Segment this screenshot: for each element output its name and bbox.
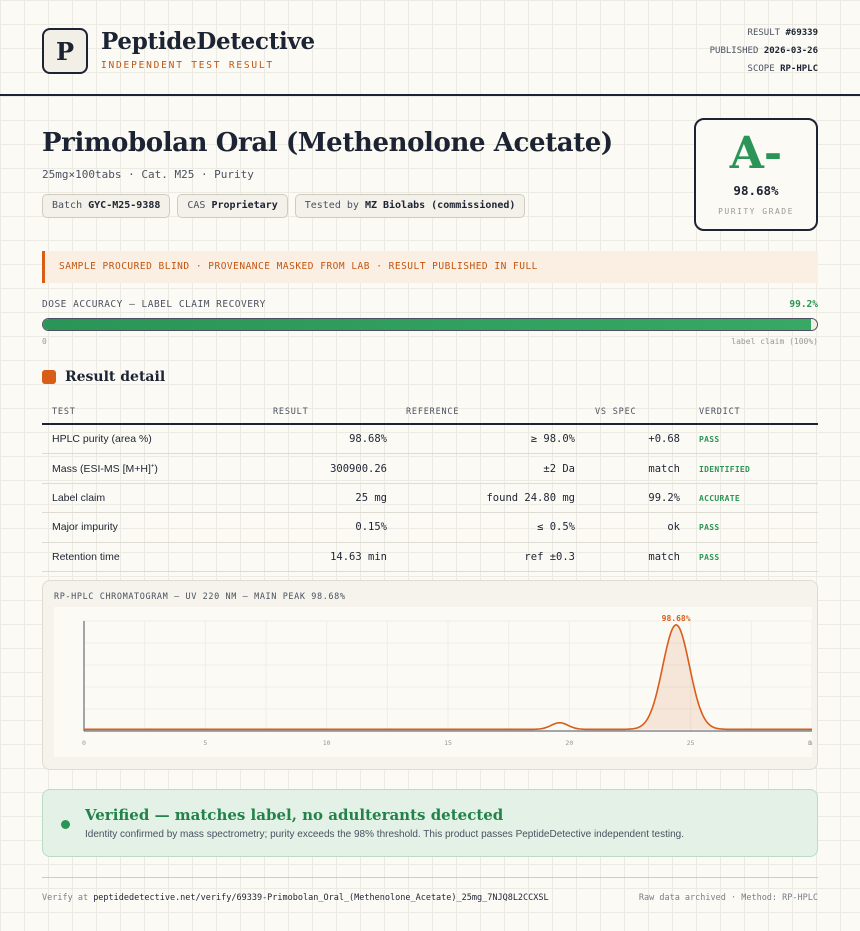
chart-tick-label: 15 (444, 739, 452, 747)
cell-test: Label claim (52, 491, 106, 504)
main-peak-label: 98.68% (662, 614, 691, 623)
cell-reference: found 24.80 mg (486, 491, 575, 504)
verified-callout: Verified — matches label, no adulterants… (42, 789, 818, 857)
table-row: HPLC purity (area %) 98.68% ≥ 98.0% +0.6… (42, 425, 818, 455)
purity-grade-card: A- 98.68% PURITY GRADE (694, 118, 818, 231)
dose-accuracy-value: 99.2% (789, 299, 818, 310)
chart-tick-label: 10 (323, 739, 331, 747)
chart-tick-label: 20 (565, 739, 573, 747)
cell-test: Retention time (52, 550, 120, 563)
cell-reference: ±2 Da (543, 462, 575, 475)
tested-by-chip: Tested by MZ Biolabs (commissioned) (294, 194, 526, 218)
header-vs-spec: VS SPEC (595, 406, 637, 417)
verdict-badge: IDENTIFIED (699, 464, 751, 474)
footer-divider (42, 877, 818, 878)
cell-test: Mass (ESI-MS [M+H]+) (52, 462, 158, 475)
page-title: Primobolan Oral (Methenolone Acetate) (42, 128, 613, 158)
header-reference: REFERENCE (406, 406, 460, 417)
verified-text: Identity confirmed by mass spectrometry;… (85, 829, 685, 840)
verdict-badge: PASS (699, 435, 720, 445)
dose-progress-fill (43, 319, 811, 330)
cell-reference: ≥ 98.0% (530, 433, 575, 446)
dose-accuracy-label: DOSE ACCURACY — LABEL CLAIM RECOVERY (42, 299, 266, 310)
chromatogram-chart: 051015202530min98.68% (54, 607, 812, 757)
product-subtitle: 25mg×100tabs · Cat. M25 · Purity (42, 168, 254, 181)
cell-result: 0.15% (355, 521, 387, 534)
header-test: TEST (52, 406, 76, 417)
scope: SCOPE RP-HPLC (747, 64, 818, 74)
cell-result: 98.68% (349, 433, 387, 446)
cell-vs-spec: ok (667, 521, 680, 534)
chromatogram-card: RP-HPLC CHROMATOGRAM — UV 220 NM — MAIN … (42, 580, 818, 770)
verdict-badge: ACCURATE (699, 493, 740, 503)
verified-title: Verified — matches label, no adulterants… (85, 806, 504, 824)
footer-note: Raw data archived · Method: RP-HPLC (638, 893, 818, 903)
table-row: Mass (ESI-MS [M+H]+) 300900.26 ±2 Da mat… (42, 454, 818, 484)
brand-name[interactable]: PeptideDetective (101, 28, 315, 55)
cell-vs-spec: 99.2% (648, 491, 680, 504)
grade-label: PURITY GRADE (718, 207, 794, 216)
cell-result: 14.63 min (330, 550, 387, 563)
table-header: TEST RESULT REFERENCE VS SPEC VERDICT (42, 400, 818, 425)
cell-vs-spec: +0.68 (648, 433, 680, 446)
published-date: PUBLISHED 2026-03-26 (709, 46, 818, 56)
result-meta: RESULT #69339 PUBLISHED 2026-03-26 SCOPE… (710, 28, 818, 82)
table-row: Major impurity 0.15% ≤ 0.5% ok PASS (42, 513, 818, 543)
cell-test: Major impurity (52, 521, 118, 534)
cell-reference: ref ±0.3 (524, 550, 575, 563)
verdict-badge: PASS (699, 552, 720, 562)
blind-sample-banner: SAMPLE PROCURED BLIND · PROVENANCE MASKE… (42, 251, 818, 283)
cell-reference: ≤ 0.5% (537, 521, 575, 534)
bar-min-label: 0 (42, 337, 47, 346)
chart-tick-label: 5 (203, 739, 207, 747)
cell-result: 300900.26 (330, 462, 387, 475)
logo[interactable]: P (42, 28, 88, 74)
tagline: INDEPENDENT TEST RESULT (101, 60, 274, 71)
cell-vs-spec: match (648, 462, 680, 475)
cell-test: HPLC purity (area %) (52, 433, 152, 446)
header-verdict: VERDICT (699, 406, 741, 417)
chart-plot-bg (54, 607, 812, 757)
chart-x-unit: min (808, 739, 812, 747)
grade-percent: 98.68% (733, 183, 779, 198)
verify-link[interactable]: Verify at peptidedetective.net/verify/69… (42, 893, 549, 903)
table-row: Label claim 25 mg found 24.80 mg 99.2% A… (42, 484, 818, 514)
verdict-badge: PASS (699, 523, 720, 533)
result-table: TEST RESULT REFERENCE VS SPEC VERDICT HP… (42, 400, 818, 572)
verified-dot-icon (61, 820, 70, 829)
header-result: RESULT (273, 406, 309, 417)
chart-title: RP-HPLC CHROMATOGRAM — UV 220 NM — MAIN … (54, 592, 346, 602)
section-title: Result detail (65, 369, 166, 385)
section-marker (42, 370, 56, 384)
chart-tick-label: 0 (82, 739, 86, 747)
cell-result: 25 mg (355, 491, 387, 504)
result-id: RESULT #69339 (747, 28, 818, 38)
verify-url[interactable]: peptidedetective.net/verify/69339-Primob… (93, 893, 548, 903)
header: P PeptideDetective INDEPENDENT TEST RESU… (0, 0, 860, 96)
table-row: Retention time 14.63 min ref ±0.3 match … (42, 543, 818, 572)
cell-vs-spec: match (648, 550, 680, 563)
cas-chip: CAS Proprietary (177, 194, 288, 218)
bar-max-label: label claim (100%) (731, 337, 818, 346)
chart-tick-label: 25 (687, 739, 695, 747)
dose-progress-bar (42, 318, 818, 331)
grade-letter: A- (729, 128, 783, 179)
product-chips: Batch GYC-M25-9388 CAS Proprietary Teste… (42, 194, 526, 218)
batch-chip: Batch GYC-M25-9388 (42, 194, 171, 218)
logo-letter: P (55, 36, 75, 66)
